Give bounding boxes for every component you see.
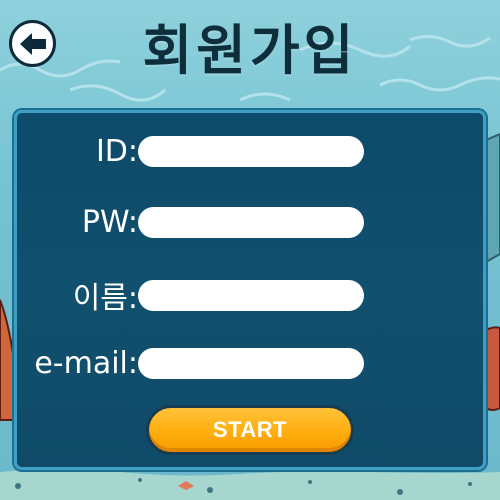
email-input[interactable] (138, 347, 364, 379)
pw-row: PW: (72, 204, 364, 240)
page-title: 회원가입 (142, 19, 358, 82)
id-row: ID: (84, 133, 364, 169)
start-button[interactable]: START (146, 405, 354, 455)
email-label: e-mail: (34, 345, 138, 381)
password-input[interactable] (138, 206, 364, 238)
id-label: ID: (95, 133, 138, 169)
name-row: 이름: (50, 279, 364, 316)
pw-label: PW: (81, 204, 138, 240)
email-row: e-mail: (20, 345, 364, 381)
name-label: 이름: (72, 281, 138, 316)
id-input[interactable] (138, 135, 364, 167)
name-input[interactable] (138, 279, 364, 311)
